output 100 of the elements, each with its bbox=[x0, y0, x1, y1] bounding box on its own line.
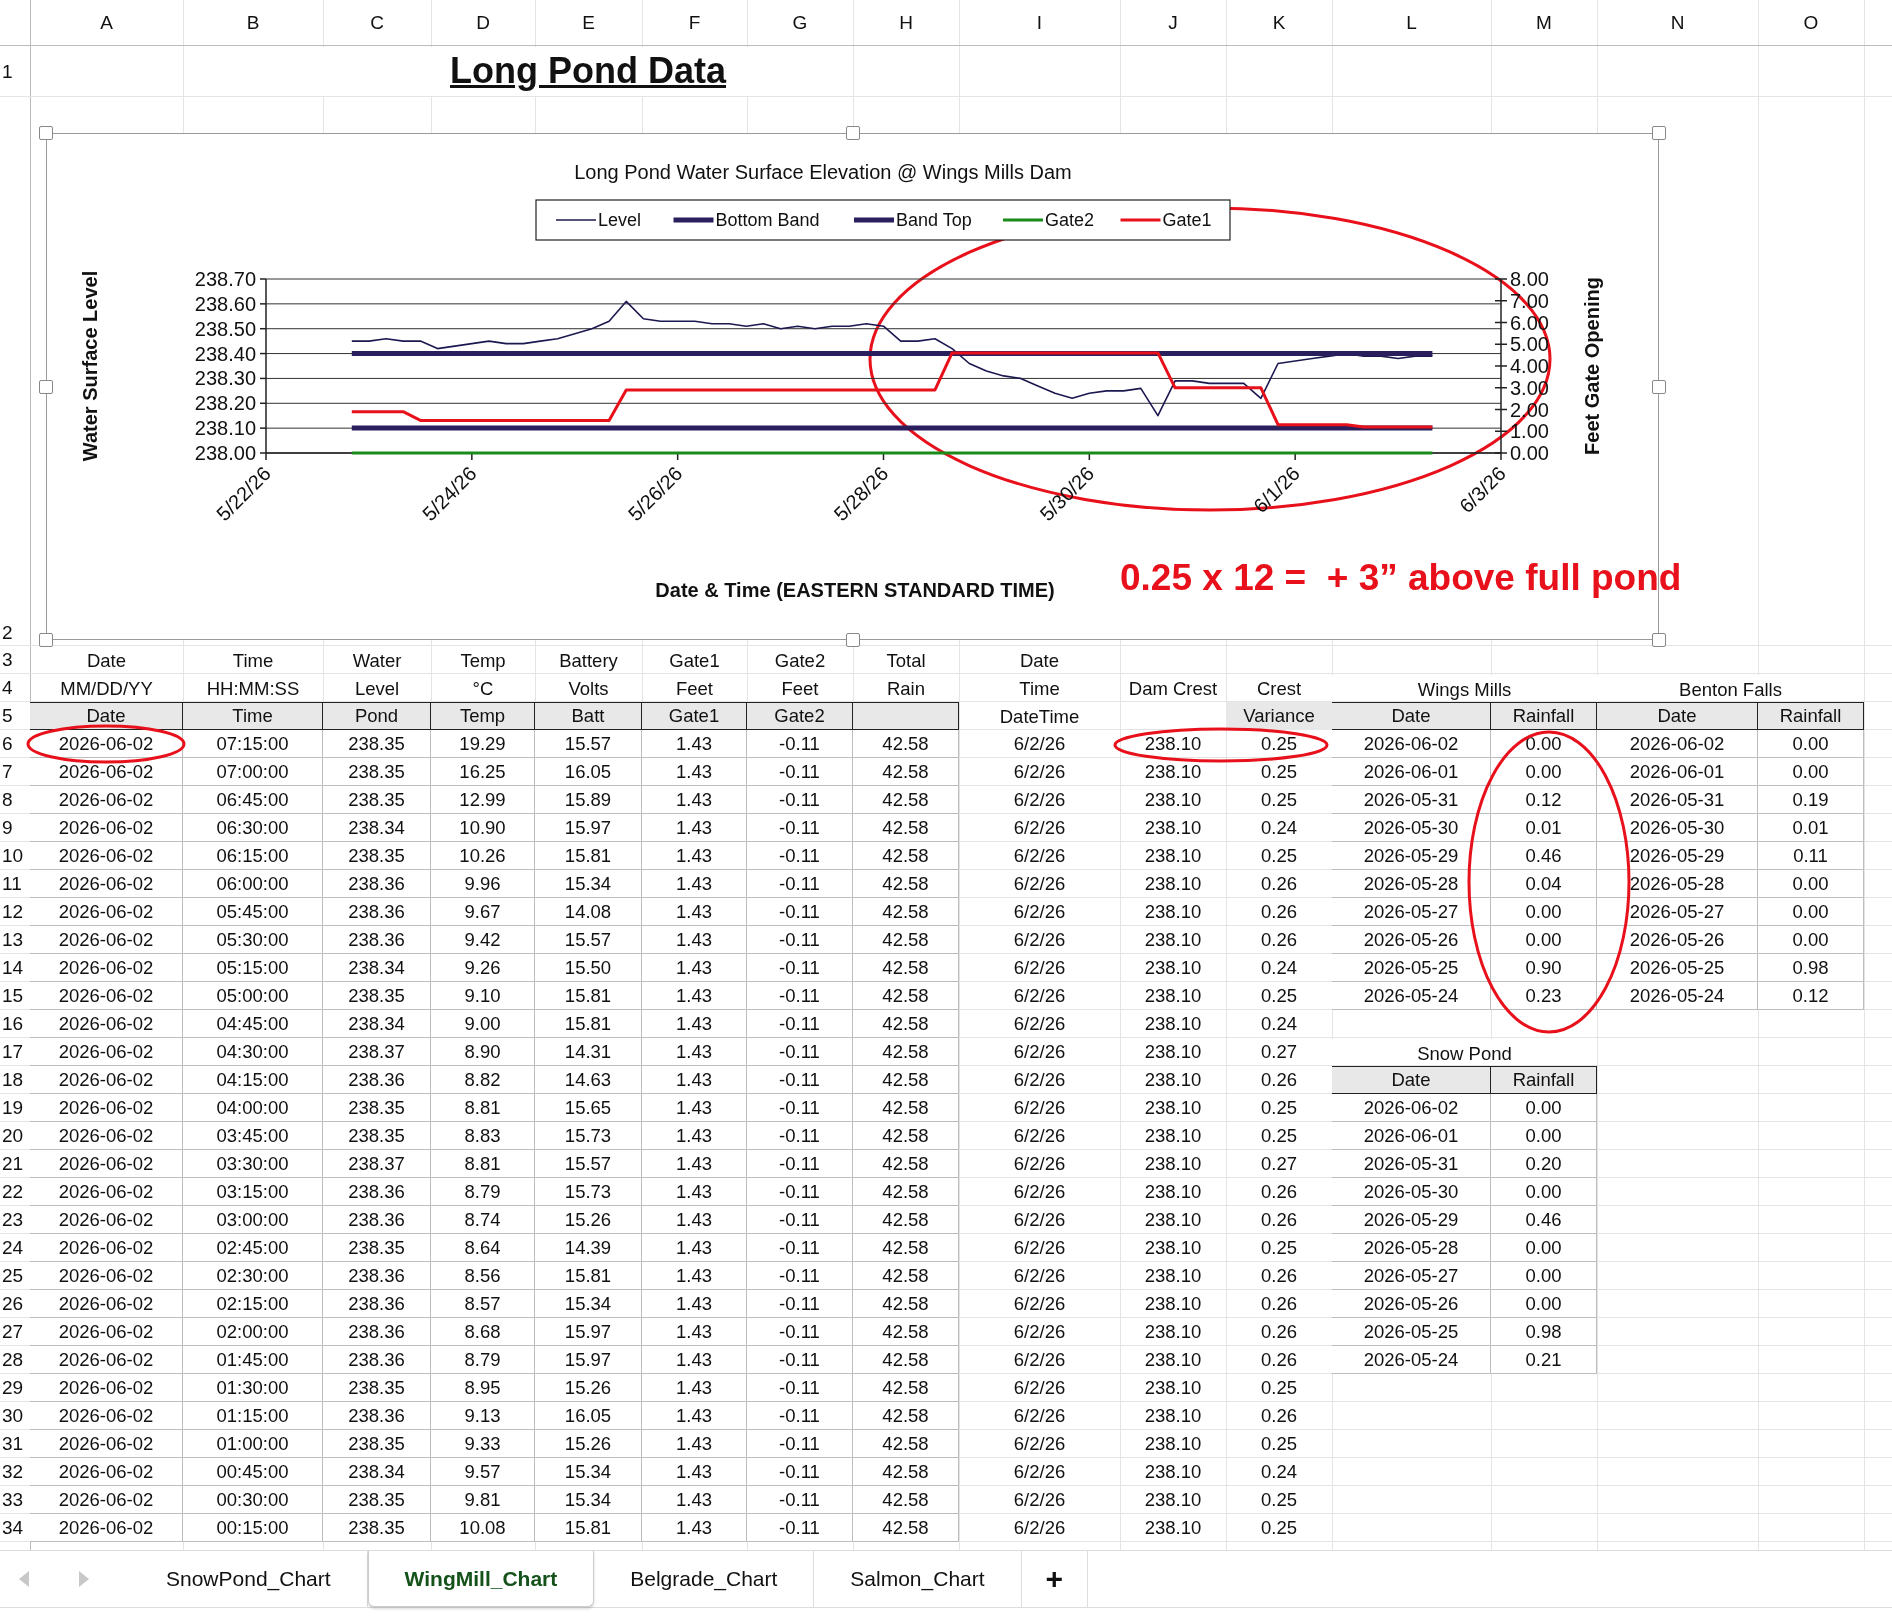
table-cell-text: 6/2/26 bbox=[1012, 1040, 1067, 1064]
resize-handle[interactable] bbox=[39, 379, 53, 394]
column-header[interactable]: I bbox=[959, 0, 1120, 46]
row-header[interactable]: 3 bbox=[0, 646, 30, 674]
row-header[interactable]: 14 bbox=[0, 954, 30, 982]
table-cell: -0.11 bbox=[747, 1010, 853, 1038]
sheet-tab[interactable]: Salmon_Chart bbox=[814, 1551, 1022, 1607]
row-header[interactable]: 12 bbox=[0, 898, 30, 926]
table-cell-text: 238.10 bbox=[1143, 1040, 1203, 1064]
table-cell: 2026-05-31 bbox=[1332, 1150, 1491, 1178]
column-header[interactable]: F bbox=[642, 0, 747, 46]
row-header[interactable]: 1 bbox=[0, 46, 30, 97]
column-header[interactable]: G bbox=[747, 0, 853, 46]
column-header[interactable]: K bbox=[1226, 0, 1332, 46]
row-header[interactable]: 30 bbox=[0, 1402, 30, 1430]
row-header[interactable]: 11 bbox=[0, 870, 30, 898]
table-cell: 238.36 bbox=[323, 926, 431, 954]
column-header[interactable]: N bbox=[1597, 0, 1758, 46]
row-header[interactable]: 29 bbox=[0, 1374, 30, 1402]
row-header[interactable]: 28 bbox=[0, 1346, 30, 1374]
table-cell: 2026-06-02 bbox=[30, 1318, 183, 1346]
table-cell-text: 6/2/26 bbox=[1012, 1096, 1067, 1120]
row-header[interactable]: 27 bbox=[0, 1318, 30, 1346]
table-cell: 2026-05-25 bbox=[1597, 954, 1758, 982]
row-header[interactable]: 9 bbox=[0, 814, 30, 842]
table-cell: 238.34 bbox=[323, 1010, 431, 1038]
table-cell: 00:45:00 bbox=[183, 1458, 323, 1486]
table-cell: 238.37 bbox=[323, 1150, 431, 1178]
row-header[interactable]: 15 bbox=[0, 982, 30, 1010]
row-header[interactable]: 2 bbox=[0, 97, 30, 646]
row-header[interactable]: 16 bbox=[0, 1010, 30, 1038]
header-cell-text: Crest bbox=[1255, 677, 1303, 701]
table-cell: 15.73 bbox=[535, 1178, 642, 1206]
table-cell: 15.81 bbox=[535, 842, 642, 870]
header-cell: Date bbox=[1332, 1066, 1491, 1094]
resize-handle[interactable] bbox=[1652, 633, 1666, 647]
row-header[interactable]: 22 bbox=[0, 1178, 30, 1206]
header-cell-text: Rain bbox=[885, 677, 927, 701]
resize-handle[interactable] bbox=[1652, 126, 1666, 140]
column-header[interactable]: O bbox=[1758, 0, 1864, 46]
table-cell: 0.12 bbox=[1491, 786, 1597, 814]
row-header[interactable]: 33 bbox=[0, 1486, 30, 1514]
row-header[interactable]: 7 bbox=[0, 758, 30, 786]
table-cell-text: 0.26 bbox=[1260, 1320, 1298, 1344]
table-cell-text: 238.10 bbox=[1143, 1180, 1203, 1204]
column-header[interactable]: H bbox=[853, 0, 959, 46]
table-cell: 05:15:00 bbox=[183, 954, 323, 982]
table-cell: 1.43 bbox=[642, 1374, 747, 1402]
sheet-tab[interactable]: SnowPond_Chart bbox=[130, 1551, 368, 1607]
row-header[interactable]: 26 bbox=[0, 1290, 30, 1318]
sheet-tab[interactable]: Belgrade_Chart bbox=[594, 1551, 815, 1607]
column-header[interactable]: M bbox=[1491, 0, 1597, 46]
column-header[interactable]: J bbox=[1120, 0, 1226, 46]
resize-handle[interactable] bbox=[845, 126, 860, 140]
table-cell: 42.58 bbox=[853, 1346, 959, 1374]
table-cell-text: 0.26 bbox=[1260, 1264, 1298, 1288]
row-header[interactable]: 13 bbox=[0, 926, 30, 954]
row-header[interactable]: 10 bbox=[0, 842, 30, 870]
row-header[interactable]: 20 bbox=[0, 1122, 30, 1150]
row-header[interactable]: 25 bbox=[0, 1262, 30, 1290]
table-cell: 2026-06-02 bbox=[1597, 730, 1758, 758]
resize-handle[interactable] bbox=[845, 633, 860, 647]
row-header[interactable]: 5 bbox=[0, 702, 30, 730]
table-cell: 00:30:00 bbox=[183, 1486, 323, 1514]
row-header[interactable]: 34 bbox=[0, 1514, 30, 1542]
row-header[interactable]: 18 bbox=[0, 1066, 30, 1094]
table-cell: 2026-05-28 bbox=[1597, 870, 1758, 898]
row-header[interactable]: 8 bbox=[0, 786, 30, 814]
table-cell: 15.81 bbox=[535, 1514, 642, 1542]
column-header[interactable]: B bbox=[183, 0, 323, 46]
row-header[interactable]: 21 bbox=[0, 1150, 30, 1178]
table-cell: 9.67 bbox=[431, 898, 535, 926]
table-cell-text: 6/2/26 bbox=[1012, 1292, 1067, 1316]
row-header[interactable]: 23 bbox=[0, 1206, 30, 1234]
row-header[interactable]: 32 bbox=[0, 1458, 30, 1486]
row-header[interactable]: 6 bbox=[0, 730, 30, 758]
sheet-tab[interactable]: WingMill_Chart bbox=[367, 1551, 595, 1607]
column-header[interactable]: E bbox=[535, 0, 642, 46]
row-header[interactable]: 17 bbox=[0, 1038, 30, 1066]
table-cell: 0.19 bbox=[1758, 786, 1864, 814]
table-cell-text: 6/2/26 bbox=[1012, 900, 1067, 924]
header-cell-text: MM/DD/YY bbox=[59, 677, 154, 701]
row-header[interactable]: 24 bbox=[0, 1234, 30, 1262]
row-header[interactable]: 19 bbox=[0, 1094, 30, 1122]
column-header[interactable]: L bbox=[1332, 0, 1491, 46]
row-header[interactable]: 4 bbox=[0, 674, 30, 702]
table-cell: 1.43 bbox=[642, 1178, 747, 1206]
resize-handle[interactable] bbox=[39, 126, 53, 140]
table-cell-text: 238.10 bbox=[1143, 1460, 1203, 1484]
table-cell: 01:30:00 bbox=[183, 1374, 323, 1402]
table-cell: 1.43 bbox=[642, 1234, 747, 1262]
resize-handle[interactable] bbox=[1652, 379, 1666, 394]
row-header[interactable]: 31 bbox=[0, 1430, 30, 1458]
column-header[interactable]: C bbox=[323, 0, 431, 46]
table-cell-text: 238.10 bbox=[1143, 1152, 1203, 1176]
column-header[interactable]: A bbox=[30, 0, 183, 46]
add-sheet-button[interactable]: + bbox=[1021, 1551, 1089, 1607]
resize-handle[interactable] bbox=[39, 633, 53, 647]
column-header[interactable]: D bbox=[431, 0, 535, 46]
table-cell-text: 0.26 bbox=[1260, 1208, 1298, 1232]
